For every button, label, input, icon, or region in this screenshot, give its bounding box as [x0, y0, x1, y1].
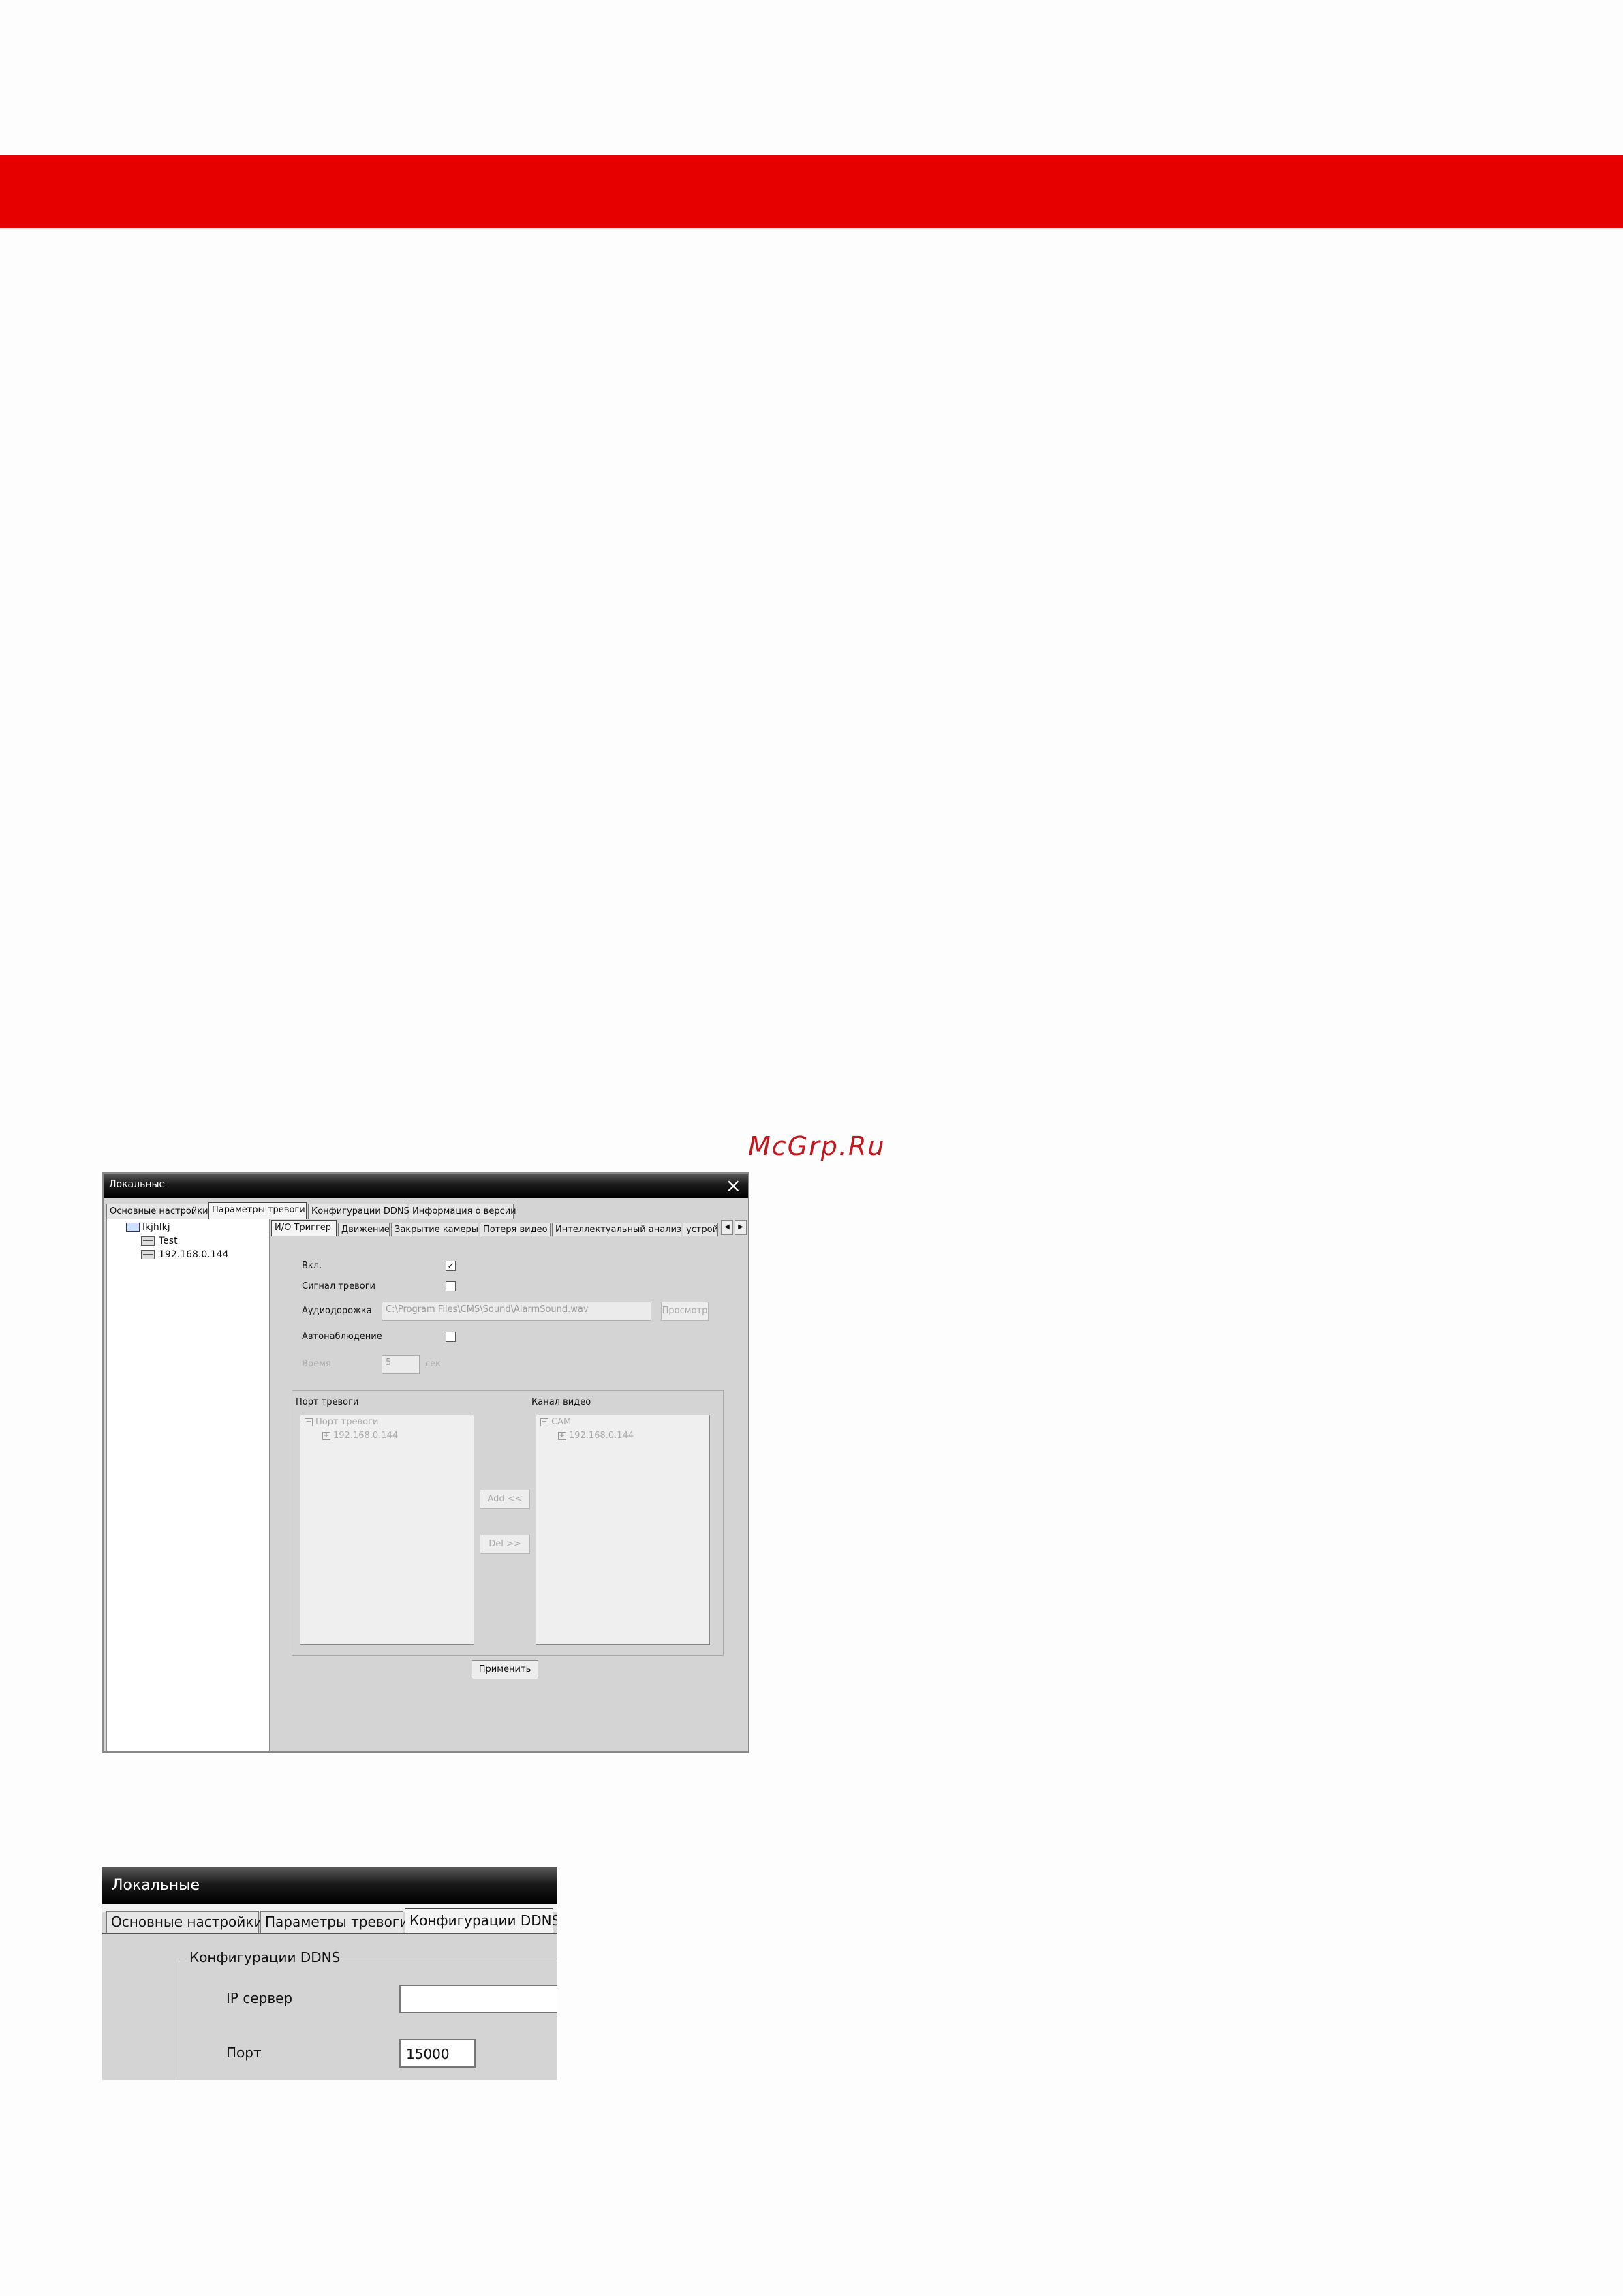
tab-label: Параметры тревоги [265, 1914, 409, 1930]
video-channel-list[interactable]: − CAM +192.168.0.144 [536, 1415, 710, 1645]
tab-ddns-config[interactable]: Конфигурации DDNS [308, 1204, 409, 1219]
expand-icon: + [558, 1431, 566, 1440]
subtab-device[interactable]: устрой [683, 1223, 718, 1236]
arrow-left-icon: ◀ [724, 1223, 730, 1231]
audio-path-field[interactable]: C:\Program Files\CMS\Sound\AlarmSound.wa… [382, 1302, 651, 1321]
alarm-signal-label: Сигнал тревоги [302, 1281, 375, 1291]
window-title: Локальные [112, 1877, 200, 1894]
alarm-port-device[interactable]: +192.168.0.144 [322, 1430, 398, 1441]
watermark-text: McGrp.Ru [748, 1131, 886, 1161]
del-button[interactable]: Del >> [480, 1535, 530, 1554]
tab-label: Основные настройки [110, 1206, 208, 1216]
browse-button[interactable]: Просмотр [661, 1302, 709, 1321]
tab-label: Основные настройки [111, 1914, 263, 1930]
alarm-port-root[interactable]: − Порт тревоги [305, 1417, 378, 1427]
alarm-port-list[interactable]: − Порт тревоги +192.168.0.144 [300, 1415, 474, 1645]
tab-divider [102, 1933, 557, 1934]
auto-monitor-checkbox[interactable] [446, 1332, 456, 1342]
expand-icon: + [322, 1431, 330, 1440]
port-label: Порт [226, 2045, 262, 2061]
arrow-right-icon: ▶ [738, 1223, 743, 1231]
header-banner [0, 155, 1623, 228]
subtab-video-loss[interactable]: Потеря видео [480, 1223, 551, 1236]
tab-label: Движение [341, 1225, 390, 1235]
alarm-signal-checkbox[interactable] [446, 1281, 456, 1291]
auto-monitor-label: Автонаблюдение [302, 1332, 382, 1342]
local-settings-window: Локальные × Основные настройки Параметры… [102, 1172, 749, 1753]
tree-root[interactable]: lkjhlkj [126, 1222, 170, 1233]
add-button[interactable]: Add << [480, 1490, 530, 1509]
video-channel-root[interactable]: − CAM [540, 1417, 571, 1427]
subtab-motion[interactable]: Движение [338, 1223, 390, 1236]
alarm-port-title: Порт тревоги [296, 1397, 359, 1407]
subtab-intelligent-analysis[interactable]: Интеллектуальный анализ [552, 1223, 681, 1236]
tab-scroll-right-button[interactable]: ▶ [735, 1220, 747, 1235]
ddns-group-title: Конфигурации DDNS [187, 1949, 343, 1965]
tab-label: Параметры тревоги [212, 1205, 305, 1215]
dvr-device-icon [141, 1236, 155, 1246]
tab-alarm-parameters[interactable]: Параметры тревоги [260, 1911, 408, 1933]
tree-item-label: 192.168.0.144 [159, 1249, 229, 1260]
tree-root-label: lkjhlkj [142, 1222, 170, 1233]
dvr-device-icon [141, 1250, 155, 1259]
ddns-config-group [179, 1959, 557, 2080]
tab-label: Конфигурации DDNS [311, 1206, 409, 1216]
tab-general-settings[interactable]: Основные настройки [106, 1911, 263, 1933]
time-unit-label: сек [425, 1359, 441, 1369]
port-input[interactable]: 15000 [399, 2039, 476, 2068]
video-channel-title: Канал видео [531, 1397, 591, 1407]
tree-item-label: Test [159, 1236, 178, 1246]
tree-item-ip[interactable]: 192.168.0.144 [141, 1249, 228, 1260]
check-icon: ✓ [447, 1261, 454, 1270]
audio-track-label: Аудиодорожка [302, 1306, 372, 1316]
tab-version-info[interactable]: Информация о версии [409, 1204, 516, 1219]
window-titlebar[interactable]: Локальные [102, 1867, 557, 1904]
tree-item-test[interactable]: Test [141, 1236, 178, 1246]
list-row-label: Порт тревоги [315, 1417, 379, 1427]
ip-server-input[interactable] [399, 1985, 557, 2013]
tab-label: Конфигурации DDNS [409, 1912, 557, 1929]
tab-label: Закрытие камеры [395, 1225, 478, 1235]
tab-label: Потеря видео [483, 1225, 548, 1235]
tab-ddns-config[interactable]: Конфигурации DDNS [405, 1908, 557, 1933]
monitor-group-icon [126, 1223, 140, 1232]
time-label: Время [302, 1359, 331, 1369]
video-channel-device[interactable]: +192.168.0.144 [558, 1430, 634, 1441]
tab-alarm-parameters[interactable]: Параметры тревоги [208, 1202, 307, 1219]
tab-label: устрой [686, 1225, 718, 1235]
tab-label: Информация о версии [412, 1206, 516, 1216]
subtab-camera-blind[interactable]: Закрытие камеры [391, 1223, 478, 1236]
ddns-settings-window: Локальные Основные настройки Параметры т… [102, 1867, 557, 2080]
tab-general-settings[interactable]: Основные настройки [106, 1204, 208, 1219]
apply-button[interactable]: Применить [472, 1660, 538, 1679]
collapse-icon: − [305, 1418, 313, 1426]
list-row-label: 192.168.0.144 [333, 1430, 399, 1441]
tab-scroll-left-button[interactable]: ◀ [721, 1220, 733, 1235]
close-icon[interactable]: × [726, 1175, 741, 1197]
device-tree[interactable]: lkjhlkj Test 192.168.0.144 [106, 1219, 270, 1751]
ip-server-label: IP сервер [226, 1990, 293, 2006]
subtab-io-trigger[interactable]: И/О Триггер [271, 1220, 337, 1236]
window-titlebar[interactable]: Локальные × [104, 1174, 748, 1198]
list-row-label: CAM [551, 1417, 572, 1427]
enable-checkbox[interactable]: ✓ [446, 1261, 456, 1271]
collapse-icon: − [540, 1418, 548, 1426]
window-title: Локальные [109, 1179, 166, 1190]
tab-label: И/О Триггер [275, 1223, 332, 1233]
time-input[interactable]: 5 [382, 1355, 420, 1374]
enable-label: Вкл. [302, 1261, 322, 1271]
tab-label: Интеллектуальный анализ [555, 1225, 681, 1235]
list-row-label: 192.168.0.144 [569, 1430, 634, 1441]
